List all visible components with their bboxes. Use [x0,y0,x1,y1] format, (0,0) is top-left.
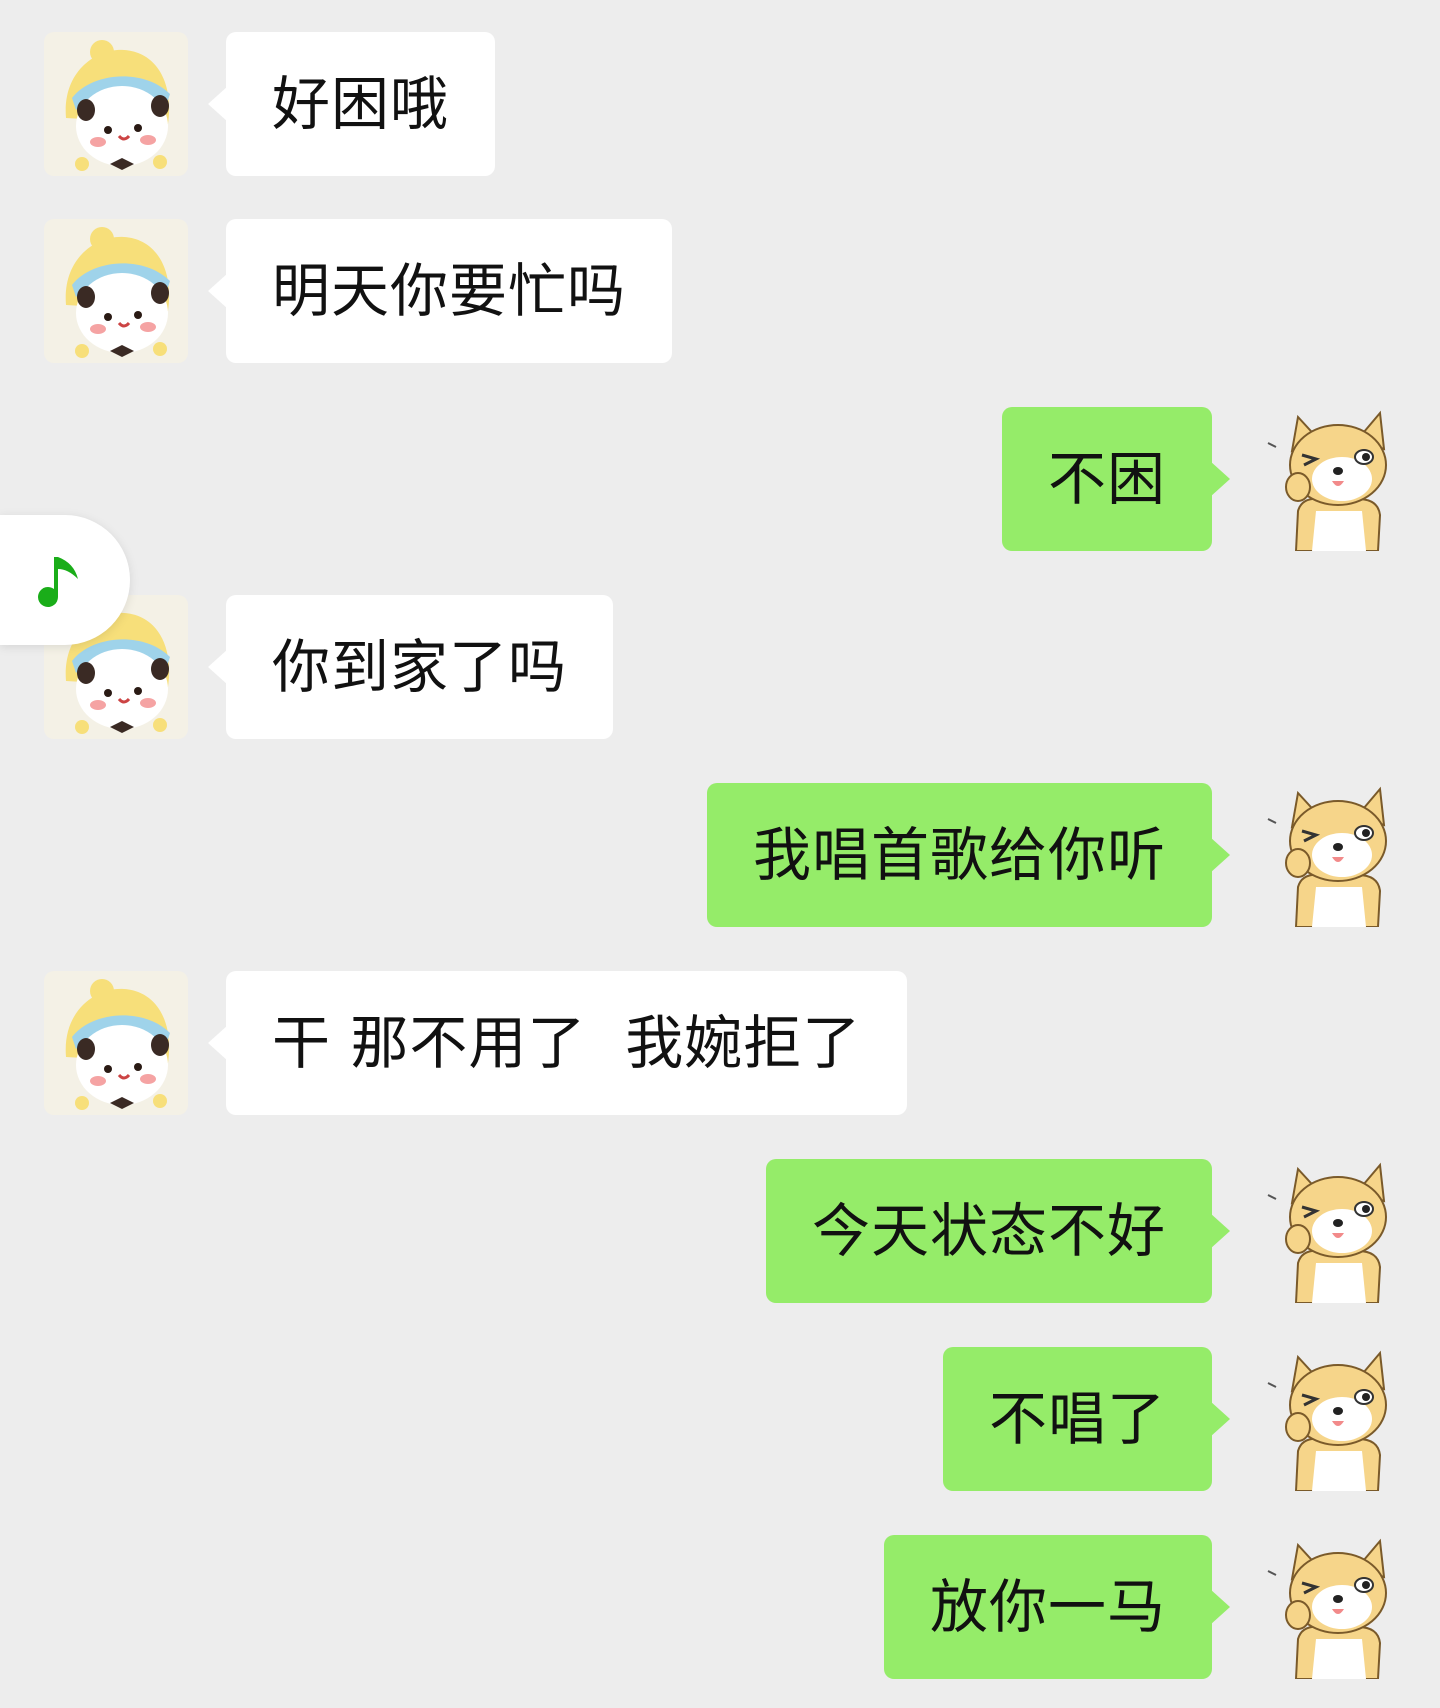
music-note-icon [38,557,78,607]
message-bubble[interactable]: 我唱首歌给你听 [706,783,1231,927]
floating-music-widget[interactable] [0,515,130,645]
panda-hat-avatar[interactable] [44,32,188,176]
message-bubble[interactable]: 不困 [1001,407,1231,551]
shiba-wink-avatar[interactable] [1262,407,1406,551]
message-bubble[interactable]: 好困哦 [207,32,496,176]
message-bubble[interactable]: 不唱了 [942,1347,1231,1491]
panda-hat-avatar[interactable] [44,219,188,363]
shiba-wink-avatar[interactable] [1262,783,1406,927]
message-bubble[interactable]: 干 那不用了 我婉拒了 [207,971,908,1115]
message-row: 不唱了 [0,1347,1440,1491]
message-bubble[interactable]: 今天状态不好 [765,1159,1231,1303]
message-row: 不困 [0,407,1440,551]
message-row: 明天你要忙吗 [0,219,1440,363]
message-bubble[interactable]: 你到家了吗 [207,595,614,739]
message-row: 今天状态不好 [0,1159,1440,1303]
chat-message-list[interactable]: 好困哦 明天你要忙吗 不困 你到家了吗 我唱首歌给你听 干 那不用了 我婉拒了 … [0,0,1440,1708]
message-row: 干 那不用了 我婉拒了 [0,971,1440,1115]
shiba-wink-avatar[interactable] [1262,1347,1406,1491]
message-bubble[interactable]: 明天你要忙吗 [207,219,673,363]
message-row: 好困哦 [0,32,1440,176]
shiba-wink-avatar[interactable] [1262,1159,1406,1303]
message-row: 放你一马 [0,1535,1440,1679]
message-row: 我唱首歌给你听 [0,783,1440,927]
message-bubble[interactable]: 放你一马 [883,1535,1231,1679]
message-row: 你到家了吗 [0,595,1440,739]
panda-hat-avatar[interactable] [44,971,188,1115]
shiba-wink-avatar[interactable] [1262,1535,1406,1679]
